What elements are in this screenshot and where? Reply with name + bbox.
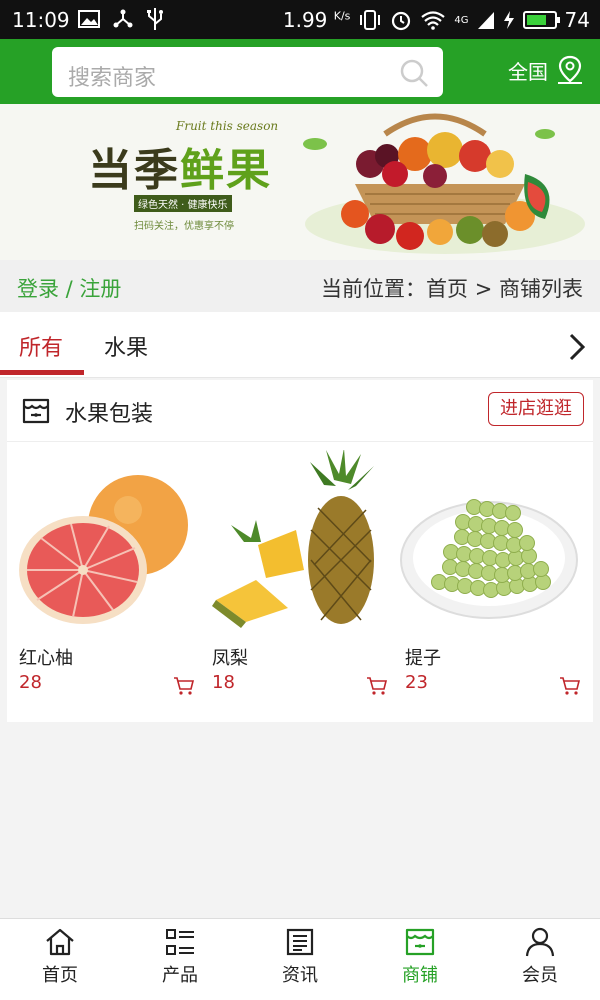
- network-type: 4G: [454, 14, 469, 26]
- nav-label: 商铺: [402, 965, 438, 986]
- shop-header: 水果包装 进店逛逛: [7, 380, 593, 442]
- pineapple-image: [212, 450, 374, 628]
- product-price: 28: [19, 672, 42, 693]
- top-header: 搜索商家 全国: [0, 39, 600, 104]
- status-bar: 11:09 1.99 K/s 4G 74: [0, 0, 600, 39]
- bottom-nav: 首页 产品 资讯 商铺 会员: [0, 918, 600, 1000]
- location-bar: 登录 / 注册 当前位置：首页 > 商铺列表: [0, 260, 600, 312]
- banner-note: 扫码关注，优惠享不停: [134, 221, 234, 232]
- tab-fruit[interactable]: 水果: [104, 330, 148, 362]
- status-time: 11:09: [12, 8, 70, 32]
- category-tabs: 所有 水果: [0, 312, 600, 378]
- nav-item-home[interactable]: 首页: [0, 927, 120, 987]
- signal-icon: [477, 12, 494, 29]
- shop-icon: [405, 928, 435, 956]
- battery-icon: [522, 11, 560, 29]
- product-name: 红心柚: [19, 648, 73, 669]
- tab-all[interactable]: 所有: [19, 330, 63, 362]
- promo-banner[interactable]: Fruit this season 当季鲜果 绿色天然 · 健康快乐 扫码关注，…: [0, 104, 600, 260]
- nav-label: 产品: [162, 965, 198, 986]
- login-register-link[interactable]: 登录 / 注册: [17, 273, 121, 303]
- nav-label: 会员: [522, 965, 558, 986]
- home-icon: [46, 928, 74, 956]
- list-icon: [166, 929, 194, 955]
- cart-icon[interactable]: [559, 676, 581, 696]
- battery-percent: 74: [564, 8, 590, 32]
- fruit-basket-image: [303, 113, 585, 254]
- shop-icon: [22, 398, 50, 424]
- enter-shop-button[interactable]: 进店逛逛: [488, 392, 584, 426]
- status-right: 1.99 K/s 4G 74: [283, 8, 590, 32]
- nav-item-products[interactable]: 产品: [120, 927, 240, 987]
- grapes-image: [400, 499, 578, 619]
- product-card[interactable]: 红心柚 28: [13, 450, 203, 712]
- banner-title: 当季鲜果: [88, 145, 272, 196]
- region-selector[interactable]: 全国: [508, 55, 584, 85]
- user-icon: [525, 927, 555, 957]
- nav-item-member[interactable]: 会员: [480, 927, 600, 987]
- product-name: 提子: [405, 648, 441, 669]
- alarm-icon: [392, 11, 411, 31]
- banner-subtitle-en: Fruit this season: [176, 119, 279, 133]
- charging-icon: [503, 11, 514, 29]
- usb-notification-icon: [147, 8, 163, 30]
- active-tab-indicator: [0, 370, 84, 375]
- nav-label: 资讯: [282, 965, 318, 986]
- search-icon[interactable]: [399, 58, 429, 88]
- nav-label: 首页: [42, 965, 78, 986]
- breadcrumb: 当前位置：首页 > 商铺列表: [321, 277, 583, 301]
- region-label: 全国: [508, 59, 548, 84]
- chevron-right-icon[interactable]: [568, 332, 586, 362]
- product-price: 18: [212, 672, 235, 693]
- news-icon: [286, 928, 314, 956]
- product-price: 23: [405, 672, 428, 693]
- banner-tagline: 绿色天然 · 健康快乐: [134, 195, 232, 212]
- cart-icon[interactable]: [173, 676, 195, 696]
- vibrate-icon: [360, 10, 381, 30]
- grapefruit-image: [19, 475, 188, 624]
- share-notification-icon: [113, 9, 133, 28]
- nav-item-shops[interactable]: 商铺: [360, 927, 480, 987]
- nav-item-news[interactable]: 资讯: [240, 927, 360, 987]
- search-input[interactable]: 搜索商家: [52, 47, 443, 97]
- product-name: 凤梨: [212, 648, 248, 669]
- wifi-icon: [421, 11, 446, 30]
- status-notification-icons: [78, 7, 164, 31]
- image-notification-icon: [78, 10, 100, 28]
- product-card[interactable]: 提子 23: [399, 450, 589, 712]
- location-pin-icon: [558, 55, 582, 84]
- shop-name: 水果包装: [65, 402, 154, 427]
- search-placeholder: 搜索商家: [68, 66, 157, 91]
- cart-icon[interactable]: [366, 676, 388, 696]
- network-speed: 1.99 K/s: [282, 8, 351, 32]
- product-card[interactable]: 凤梨 18: [206, 450, 396, 712]
- shop-card[interactable]: 水果包装 进店逛逛 红心柚 28 凤梨 18 提子 23: [7, 380, 593, 722]
